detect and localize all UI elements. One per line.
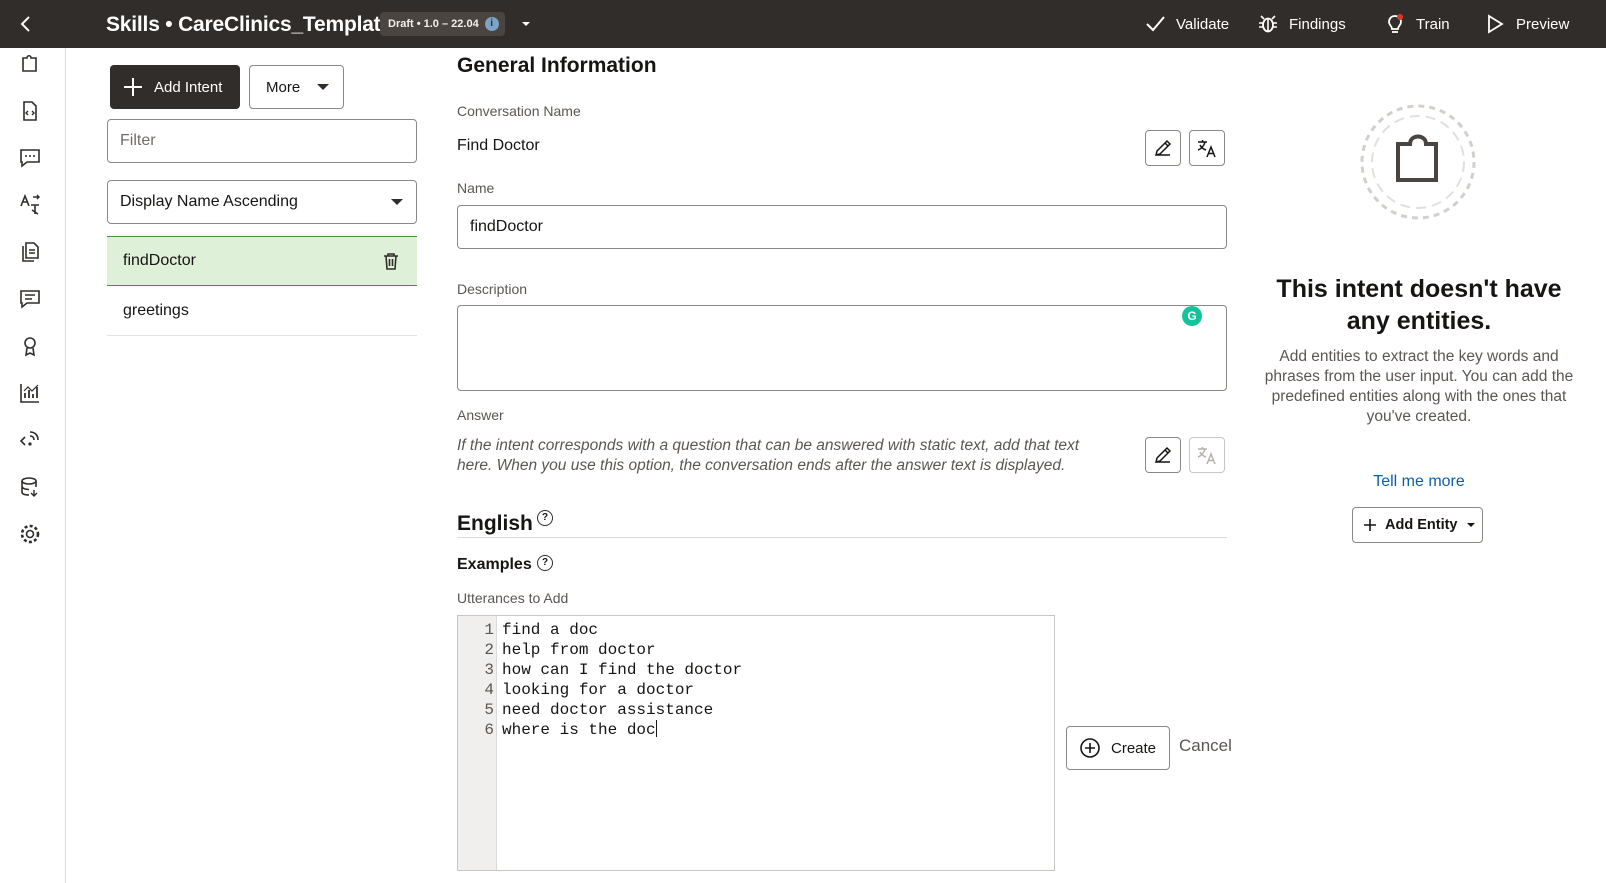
plus-icon — [124, 78, 142, 96]
line-number: 3 — [484, 661, 494, 679]
line-number: 5 — [484, 701, 494, 719]
line-number: 6 — [484, 721, 494, 739]
utterance-text: find a doc — [502, 621, 599, 639]
top-bar: Skills • CareClinics_Template Draft • 1.… — [0, 0, 1606, 48]
add-entity-label: Add Entity — [1385, 517, 1458, 533]
intent-item-greetings[interactable]: greetings — [107, 286, 417, 336]
translate-conversation-name-button[interactable] — [1189, 130, 1225, 166]
language-title: English — [457, 512, 533, 535]
translate-answer-button[interactable] — [1189, 437, 1225, 473]
utterance-text: how can I find the doctor — [502, 661, 743, 679]
intent-item-label: findDoctor — [123, 252, 196, 269]
grammarly-icon[interactable]: G — [1182, 306, 1202, 326]
translate-icon — [1197, 447, 1216, 465]
sort-select-value: Display Name Ascending — [120, 193, 298, 210]
integrations-icon[interactable] — [18, 428, 42, 452]
utterance-text: need doctor assistance — [502, 701, 714, 719]
navigation-rail — [0, 48, 66, 883]
resource-bundles-icon[interactable] — [18, 193, 42, 217]
pencil-icon — [1154, 446, 1172, 464]
description-textarea[interactable]: G — [457, 305, 1227, 391]
caret-down-icon — [391, 199, 403, 205]
line-number: 2 — [484, 641, 494, 659]
plus-icon — [1364, 519, 1376, 531]
conversation-name-label: Conversation Name — [457, 103, 581, 119]
intents-icon[interactable] — [18, 52, 42, 76]
line-number: 4 — [484, 681, 494, 699]
translate-icon — [1197, 140, 1216, 158]
insights-icon[interactable] — [18, 334, 42, 358]
info-icon[interactable]: i — [484, 17, 499, 31]
data-icon[interactable] — [18, 475, 42, 499]
preview-label: Preview — [1516, 15, 1570, 33]
page-title: Skills • CareClinics_Template — [106, 13, 392, 36]
flows-icon[interactable] — [18, 146, 42, 170]
conversation-name-value: Find Doctor — [457, 137, 540, 154]
play-icon — [1488, 14, 1504, 34]
findings-button[interactable]: Findings — [1257, 0, 1346, 48]
description-label: Description — [457, 281, 528, 297]
puzzle-piece-icon — [1360, 104, 1476, 220]
cancel-button[interactable]: Cancel — [1179, 736, 1232, 756]
sort-select[interactable]: Display Name Ascending — [107, 180, 417, 224]
more-menu-button[interactable]: More — [249, 65, 344, 109]
utterance-text: help from doctor — [502, 641, 656, 659]
caret-down-icon — [317, 84, 330, 90]
examples-title: Examples — [457, 556, 532, 573]
tell-me-more-link[interactable]: Tell me more — [1262, 473, 1576, 491]
caret-down-icon — [1466, 523, 1475, 527]
text-caret — [655, 720, 657, 737]
line-number: 1 — [484, 621, 494, 639]
utterances-editor[interactable]: 1 find a doc 2 help from doctor 3 how can I… — [457, 615, 1055, 871]
help-icon[interactable]: ? — [537, 555, 553, 571]
train-bulb-icon — [1388, 14, 1403, 33]
name-label: Name — [457, 180, 495, 196]
answer-placeholder: If the intent corresponds with a questio… — [457, 437, 1080, 474]
add-intent-button[interactable]: Add Intent — [110, 65, 240, 109]
back-arrow-icon[interactable] — [14, 12, 38, 36]
intent-list: findDoctor greetings — [107, 236, 417, 336]
create-button[interactable]: Create — [1066, 726, 1170, 770]
divider — [457, 537, 1227, 538]
preview-button[interactable]: Preview — [1484, 0, 1569, 48]
create-label: Create — [1111, 739, 1157, 757]
chevron-down-icon[interactable] — [516, 12, 536, 36]
add-intent-label: Add Intent — [154, 78, 223, 96]
plus-circle-icon — [1080, 738, 1100, 758]
section-title: General Information — [457, 54, 657, 77]
empty-state-description: Add entities to extract the key words an… — [1264, 348, 1574, 425]
empty-state-title: This intent doesn't have any entities. — [1276, 275, 1562, 335]
utterance-text-wrapper: where is the doc — [502, 720, 657, 740]
intent-item-findDoctor[interactable]: findDoctor — [107, 236, 417, 286]
train-label: Train — [1416, 15, 1450, 33]
name-input[interactable] — [457, 205, 1227, 249]
more-label: More — [266, 78, 301, 96]
utterances-label: Utterances to Add — [457, 590, 569, 606]
trash-icon[interactable] — [381, 251, 401, 271]
train-button[interactable]: Train — [1384, 0, 1450, 48]
validate-button[interactable]: Validate — [1144, 0, 1229, 48]
quality-icon[interactable] — [18, 287, 42, 311]
filter-input[interactable] — [107, 119, 417, 163]
validate-label: Validate — [1176, 15, 1230, 33]
utterance-text: where is the doc — [502, 721, 656, 739]
version-badge-label: Draft • 1.0 – 22.04 — [388, 18, 479, 30]
edit-answer-button[interactable] — [1145, 437, 1181, 473]
checkmark-icon — [1146, 16, 1165, 32]
answer-label: Answer — [457, 407, 504, 423]
add-entity-button[interactable]: Add Entity — [1352, 507, 1483, 543]
intent-item-label: greetings — [123, 301, 189, 319]
analytics-icon[interactable] — [18, 381, 42, 405]
findings-label: Findings — [1289, 15, 1346, 33]
help-icon[interactable]: ? — [537, 510, 553, 526]
edit-conversation-name-button[interactable] — [1145, 130, 1181, 166]
version-badge[interactable]: Draft • 1.0 – 22.04 i — [380, 12, 505, 36]
pencil-icon — [1154, 139, 1172, 157]
utterance-text: looking for a doctor — [502, 681, 695, 699]
resources-icon[interactable] — [18, 240, 42, 264]
settings-icon[interactable] — [18, 522, 42, 546]
entities-icon[interactable] — [18, 99, 42, 123]
bug-icon — [1259, 15, 1277, 33]
